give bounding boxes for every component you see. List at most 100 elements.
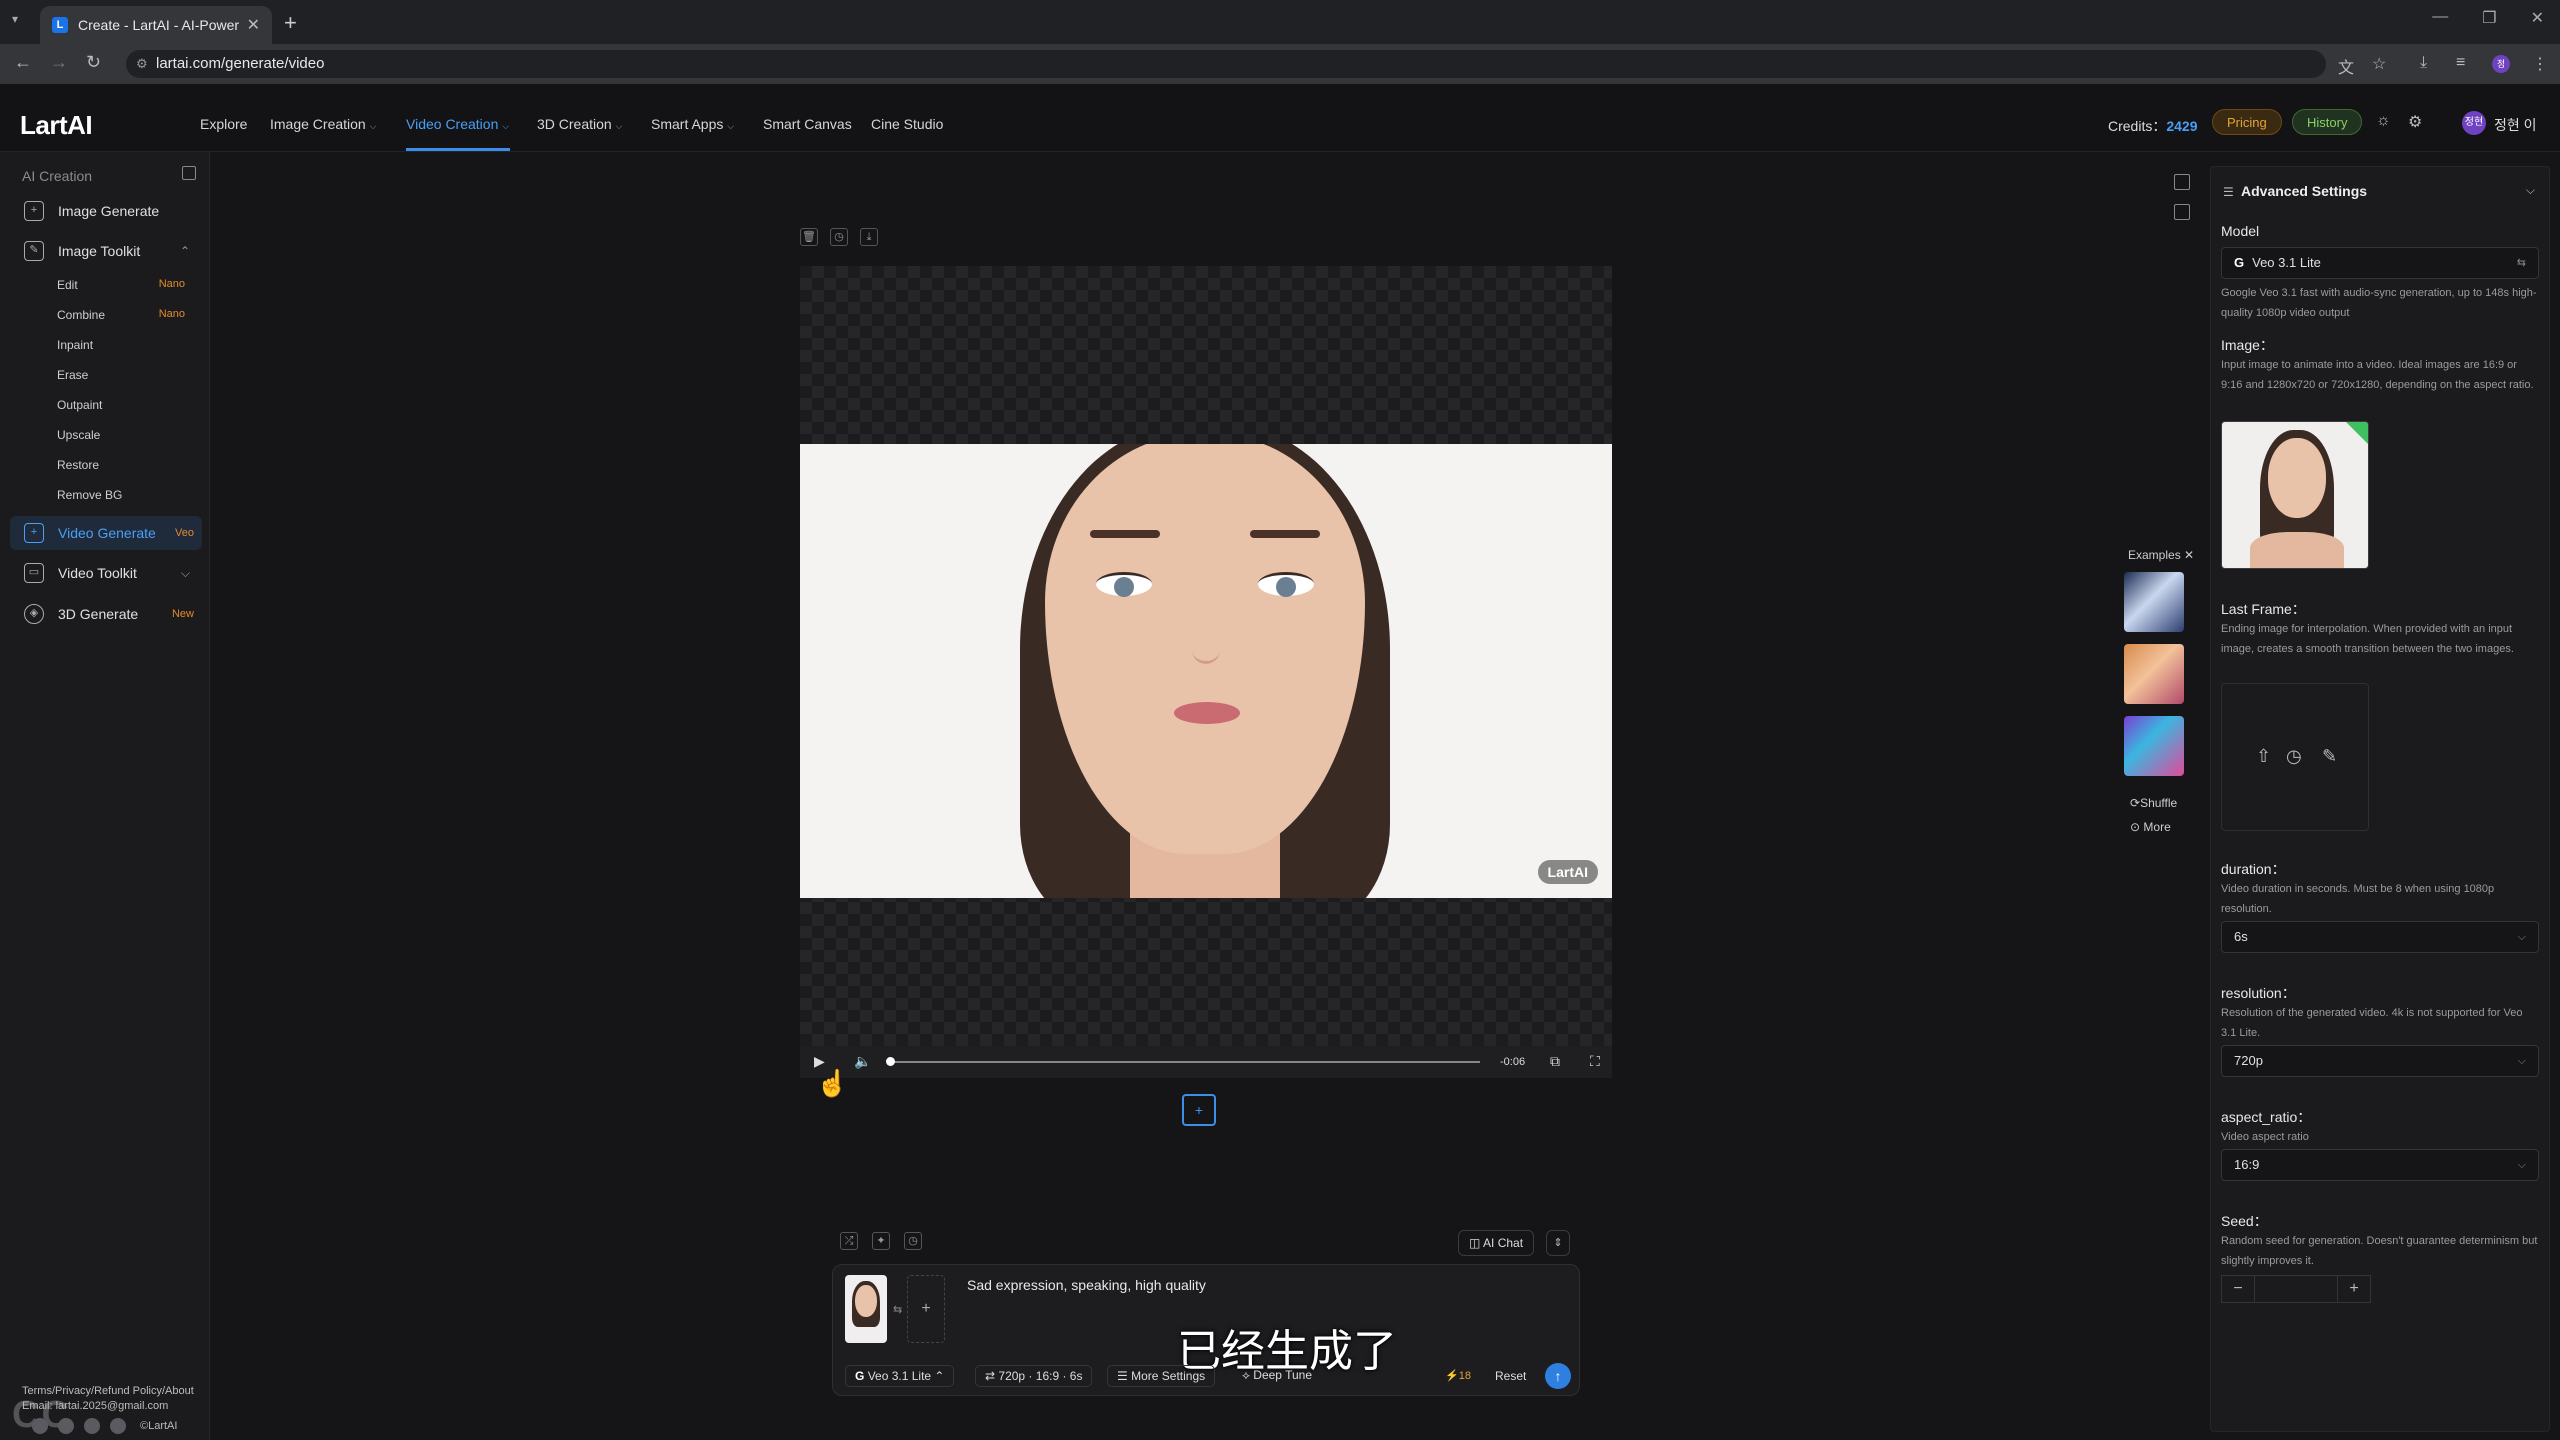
delete-icon[interactable]: 🗑 <box>800 228 818 246</box>
seek-thumb[interactable] <box>886 1057 895 1066</box>
close-window-icon[interactable]: ✕ <box>2531 8 2544 28</box>
shuffle-button[interactable]: ⟳Shuffle <box>2130 796 2177 810</box>
example-thumbnail[interactable] <box>2124 572 2184 632</box>
nav-image-creation[interactable]: Image Creation ⌵ <box>270 116 376 132</box>
seed-increment-button[interactable]: + <box>2337 1275 2371 1303</box>
more-examples-button[interactable]: ⊙ More <box>2130 820 2171 834</box>
logo[interactable]: LartAI <box>20 110 93 141</box>
history-icon[interactable]: ◷ <box>2286 746 2302 767</box>
site-info-icon[interactable]: ⚙ <box>136 50 148 78</box>
example-thumbnail[interactable] <box>2124 716 2184 776</box>
seed-decrement-button[interactable]: − <box>2221 1275 2255 1303</box>
avatar[interactable]: 정현 <box>2462 111 2486 135</box>
picture-in-picture-icon[interactable]: ⧉ <box>1550 1053 1560 1070</box>
footer-policy-links[interactable]: Terms/Privacy/Refund Policy/About <box>22 1384 194 1399</box>
twitter-icon[interactable] <box>110 1418 126 1434</box>
sidebar-item-image-toolkit[interactable]: ✎ Image Toolkit ⌃ <box>10 234 202 268</box>
input-image-preview[interactable] <box>2221 421 2369 569</box>
sidebar-item-label: Image Generate <box>58 203 160 219</box>
input-image-thumbnail[interactable] <box>845 1275 887 1343</box>
ai-chat-button[interactable]: ◫ AI Chat <box>1458 1230 1535 1256</box>
aspect-ratio-select[interactable]: 16:9 ⌵ <box>2221 1149 2539 1181</box>
new-tab-icon[interactable]: + <box>284 10 297 36</box>
browser-menu-icon[interactable]: ⋮ <box>2532 54 2548 74</box>
add-frame-button[interactable]: + <box>1182 1094 1216 1126</box>
video-player[interactable]: LartAI ▶ 🔈 -0:06 ⧉ ⛶ <box>800 266 1612 1078</box>
youtube-icon[interactable] <box>58 1418 74 1434</box>
sidebar-subitem-combine[interactable]: Combine Nano <box>57 308 197 322</box>
sidebar-subitem-inpaint[interactable]: Inpaint <box>57 338 197 352</box>
bookmark-star-icon[interactable]: ☆ <box>2372 54 2386 74</box>
sidebar-item-video-generate[interactable]: + Video Generate Veo <box>10 516 202 550</box>
add-last-frame-button[interactable]: + <box>907 1275 945 1343</box>
model-selector[interactable]: G Veo 3.1 Lite ⌃ <box>845 1365 955 1387</box>
swap-icon[interactable]: ⇆ <box>893 1303 902 1316</box>
reload-icon[interactable]: ↻ <box>86 52 101 73</box>
prompt-composer: ⇆ + Sad expression, speaking, high quali… <box>832 1264 1580 1396</box>
upload-icon[interactable]: ⇧ <box>2256 746 2271 767</box>
sidebar-subitem-restore[interactable]: Restore <box>57 458 197 472</box>
discord-icon[interactable] <box>32 1418 48 1434</box>
profile-icon[interactable]: 정 <box>2492 55 2510 73</box>
chevron-down-icon[interactable]: ⌵ <box>2526 183 2535 198</box>
theme-icon[interactable]: ☼ <box>2376 112 2391 130</box>
example-thumbnail[interactable] <box>2124 644 2184 704</box>
model-select[interactable]: G Veo 3.1 Lite ⇆ <box>2221 247 2539 279</box>
translate-icon[interactable]: 文 <box>2338 54 2354 78</box>
sidebar-subitem-outpaint[interactable]: Outpaint <box>57 398 197 412</box>
history-button[interactable]: History <box>2292 109 2363 135</box>
history-icon[interactable]: ◷ <box>830 228 848 246</box>
last-frame-dropzone[interactable]: ⇧ ◷ ✎ <box>2221 683 2369 831</box>
back-icon[interactable]: ← <box>14 52 32 73</box>
more-settings-button[interactable]: ☰ More Settings <box>1107 1365 1216 1387</box>
fullscreen-icon[interactable]: ⛶ <box>1590 1053 1600 1070</box>
nav-smart-apps[interactable]: Smart Apps ⌵ <box>651 116 734 132</box>
draw-icon[interactable]: ✎ <box>2322 746 2337 767</box>
shuffle-icon[interactable]: ⤮ <box>840 1232 858 1250</box>
sidebar-subitem-edit[interactable]: Edit Nano <box>57 278 197 292</box>
restore-icon[interactable]: ❐ <box>2482 8 2496 28</box>
minimize-icon[interactable]: — <box>2432 8 2448 28</box>
volume-icon[interactable]: 🔈 <box>854 1053 871 1070</box>
prompt-input[interactable]: Sad expression, speaking, high quality <box>967 1277 1206 1293</box>
magic-wand-icon[interactable]: ✦ <box>872 1232 890 1250</box>
close-tab-icon[interactable]: ✕ <box>247 15 260 35</box>
reset-button[interactable]: Reset <box>1485 1365 1536 1387</box>
pricing-button[interactable]: Pricing <box>2212 109 2282 135</box>
clock-icon[interactable]: ◷ <box>904 1232 922 1250</box>
list-view-icon[interactable] <box>2174 204 2190 220</box>
spec-selector[interactable]: ⇄ 720p · 16:9 · 6s <box>975 1365 1093 1387</box>
sidebar-item-image-generate[interactable]: + Image Generate <box>10 194 202 228</box>
download-icon[interactable]: ⤓ <box>860 228 878 246</box>
send-arrow-icon[interactable]: ↑ <box>1545 1363 1571 1389</box>
url-input[interactable]: ⚙ lartai.com/generate/video <box>126 50 2326 78</box>
sidebar-subitem-erase[interactable]: Erase <box>57 368 197 382</box>
sidebar-item-video-toolkit[interactable]: ▭ Video Toolkit ⌵ <box>10 556 202 590</box>
collapse-sidebar-icon[interactable] <box>182 166 196 180</box>
sidebar-subitem-upscale[interactable]: Upscale <box>57 428 197 442</box>
seek-bar[interactable] <box>890 1061 1480 1063</box>
nav-smart-canvas[interactable]: Smart Canvas <box>763 116 852 132</box>
forward-icon[interactable]: → <box>50 52 68 73</box>
tab-list-icon[interactable]: ▾ <box>12 12 18 26</box>
chevron-down-icon: ⌵ <box>2517 931 2526 943</box>
expand-icon[interactable]: ⇕ <box>1546 1230 1570 1256</box>
nav-3d-creation[interactable]: 3D Creation ⌵ <box>537 116 622 132</box>
duration-select[interactable]: 6s ⌵ <box>2221 921 2539 953</box>
close-icon[interactable]: ✕ <box>2184 548 2194 562</box>
nav-video-creation[interactable]: Video Creation ⌵ <box>406 116 509 132</box>
nav-explore[interactable]: Explore <box>200 116 247 132</box>
sidebar-subitem-remove-bg[interactable]: Remove BG <box>57 488 197 502</box>
download-icon[interactable]: ⤓ <box>2420 54 2427 72</box>
media-icon[interactable]: ≡ <box>2456 54 2465 72</box>
browser-tab[interactable]: L Create - LartAI - AI-Powered C ✕ <box>40 6 272 44</box>
sidebar-item-3d-generate[interactable]: ◈ 3D Generate New <box>10 597 202 631</box>
seed-input[interactable] <box>2255 1275 2337 1303</box>
facebook-icon[interactable] <box>84 1418 100 1434</box>
deep-tune-button[interactable]: ⟡ Deep Tune <box>1233 1365 1321 1387</box>
resolution-select[interactable]: 720p ⌵ <box>2221 1045 2539 1077</box>
layout-toggle-icon[interactable] <box>2174 174 2190 190</box>
settings-gear-icon[interactable]: ⚙ <box>2408 112 2422 132</box>
username[interactable]: 정현 이 <box>2494 115 2537 135</box>
nav-cine-studio[interactable]: Cine Studio <box>871 116 943 132</box>
